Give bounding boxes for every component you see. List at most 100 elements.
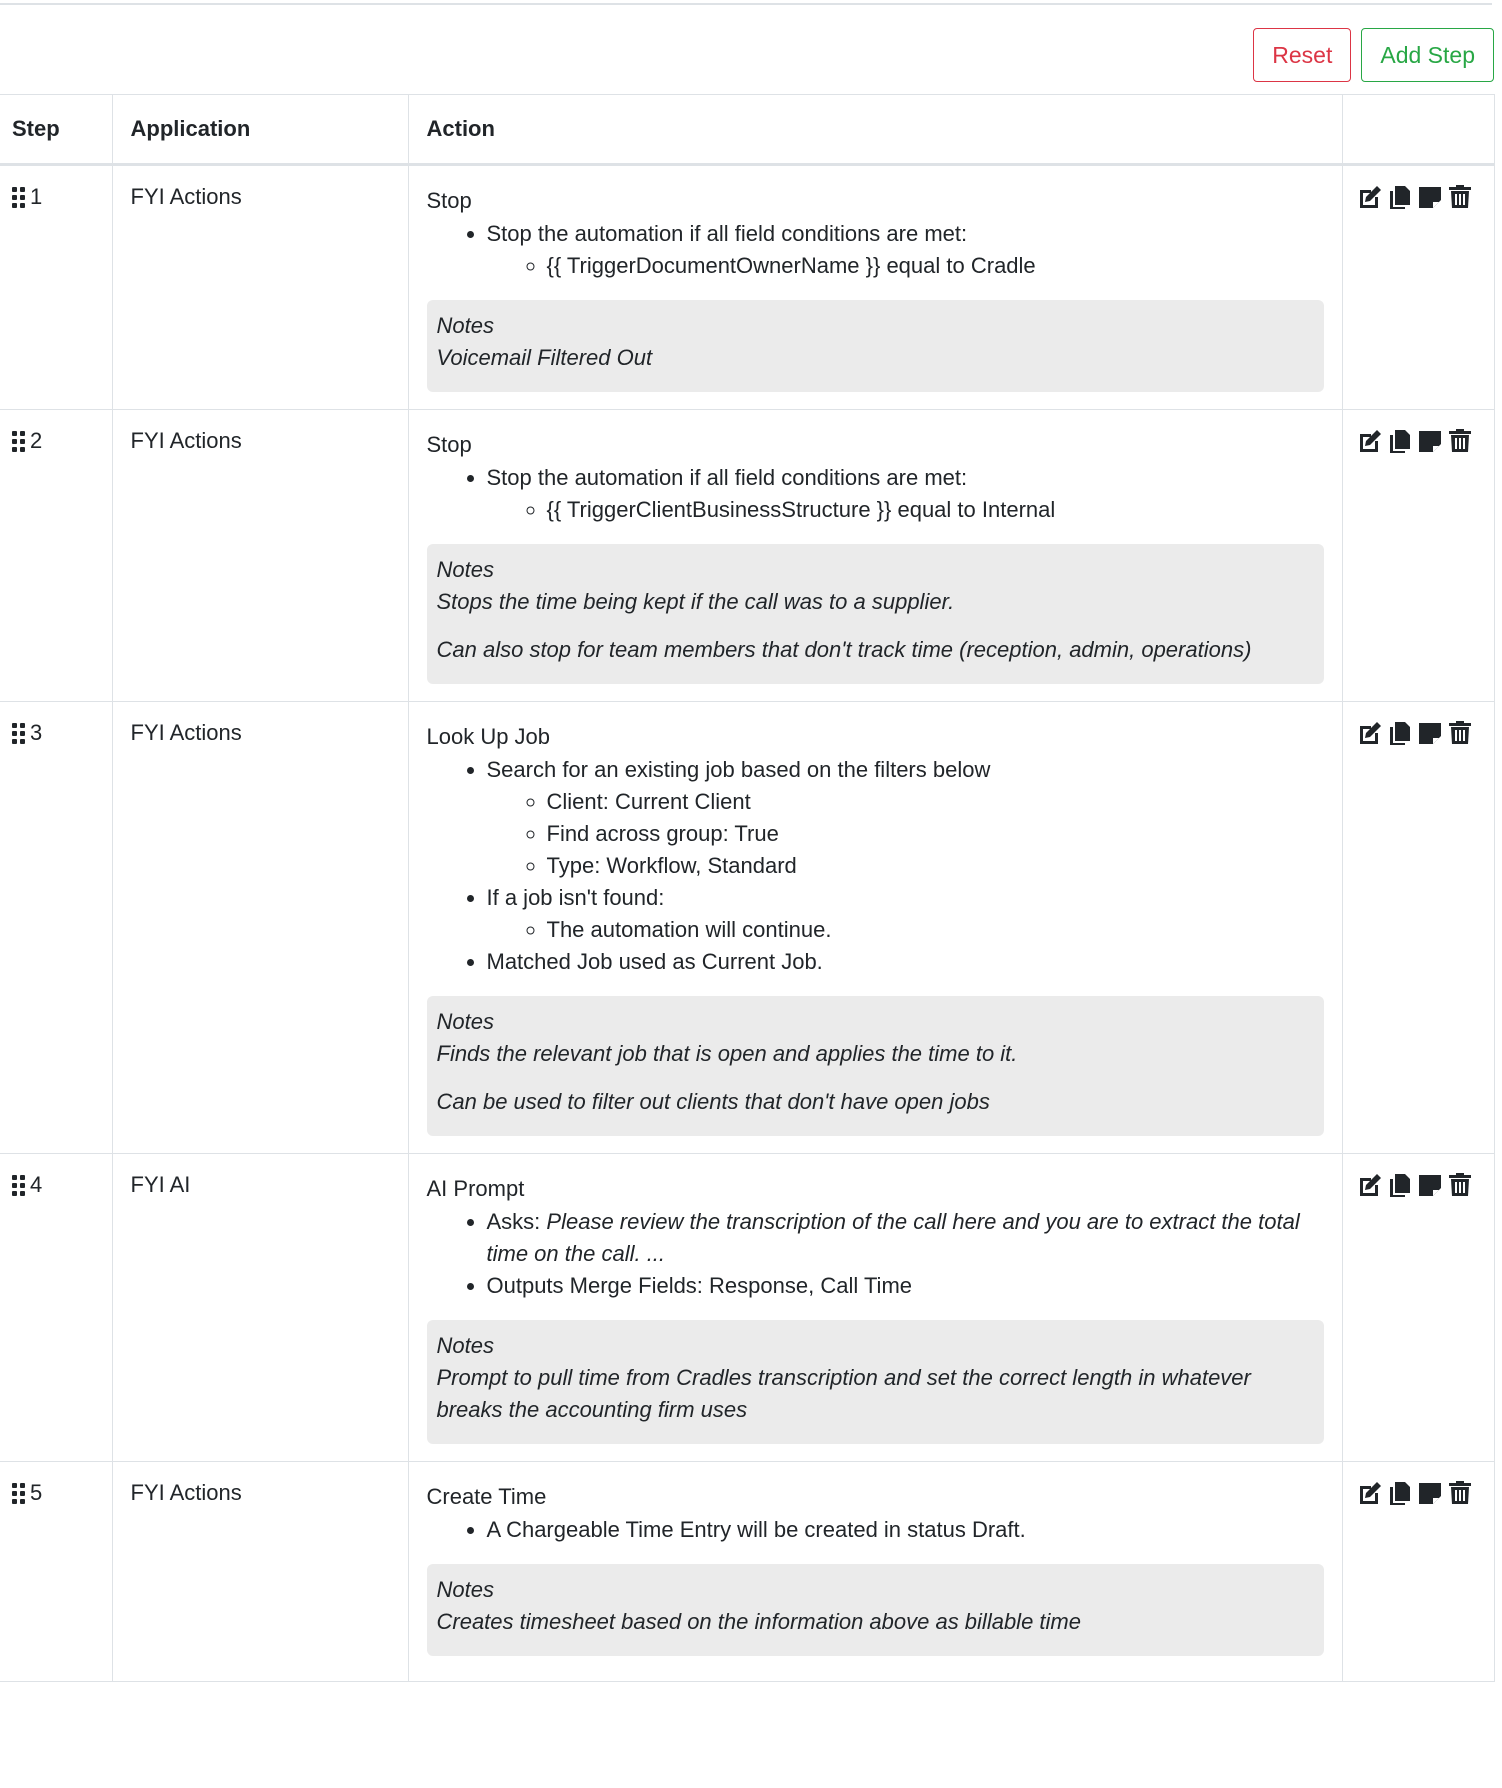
- note-text: Stops the time being kept if the call wa…: [436, 589, 955, 614]
- notes-label: Notes: [436, 1577, 494, 1602]
- drag-handle-icon[interactable]: [12, 186, 25, 208]
- step-number: 4: [30, 1172, 43, 1197]
- controls-cell: [1341, 701, 1495, 1154]
- list-item: Search for an existing job based on the …: [487, 754, 1324, 882]
- copy-icon[interactable]: [1387, 720, 1413, 746]
- drag-handle-icon[interactable]: [12, 430, 25, 452]
- note-text: Creates timesheet based on the informati…: [436, 1609, 1081, 1634]
- application-cell: FYI Actions: [111, 164, 409, 410]
- note-icon[interactable]: [1417, 1480, 1443, 1506]
- list-item: Asks: Please review the transcription of…: [487, 1206, 1324, 1270]
- table-row: 5 FYI Actions Create Time A Chargeable T…: [0, 1461, 1495, 1682]
- list-item: The automation will continue.: [547, 914, 1324, 946]
- action-details: A Chargeable Time Entry will be created …: [427, 1514, 1324, 1546]
- action-title: Create Time: [426, 1484, 547, 1509]
- list-item: A Chargeable Time Entry will be created …: [487, 1514, 1324, 1546]
- prompt-text: Please review the transcription of the c…: [486, 1209, 1300, 1266]
- add-step-button[interactable]: Add Step: [1361, 28, 1494, 82]
- list-item-text: Search for an existing job based on the …: [486, 757, 991, 782]
- controls-cell: [1341, 1461, 1495, 1682]
- step-cell: 5: [0, 1461, 113, 1682]
- step-column-header: Step: [0, 94, 113, 166]
- list-item: {{ TriggerDocumentOwnerName }} equal to …: [547, 250, 1324, 282]
- controls-cell: [1341, 1153, 1495, 1462]
- note-text: Prompt to pull time from Cradles transcr…: [436, 1365, 1251, 1422]
- drag-handle-icon[interactable]: [12, 1174, 25, 1196]
- drag-handle-icon[interactable]: [12, 722, 25, 744]
- step-number: 5: [30, 1480, 43, 1505]
- notes-box: Notes Voicemail Filtered Out: [426, 300, 1324, 392]
- list-item: Client: Current Client: [547, 786, 1324, 818]
- table-row: 3 FYI Actions Look Up Job Search for an …: [0, 701, 1495, 1154]
- list-item: Find across group: True: [547, 818, 1324, 850]
- list-item: Stop the automation if all field conditi…: [487, 218, 1324, 282]
- notes-label: Notes: [436, 313, 494, 338]
- step-cell: 2: [0, 409, 113, 702]
- delete-icon[interactable]: [1447, 720, 1473, 746]
- note-icon[interactable]: [1417, 428, 1443, 454]
- notes-label: Notes: [436, 1333, 494, 1358]
- action-details: Stop the automation if all field conditi…: [427, 218, 1324, 282]
- notes-label: Notes: [436, 557, 494, 582]
- action-cell: Look Up Job Search for an existing job b…: [407, 701, 1343, 1154]
- action-title: Look Up Job: [426, 724, 551, 749]
- action-details: Search for an existing job based on the …: [427, 754, 1324, 978]
- note-icon[interactable]: [1417, 1172, 1443, 1198]
- action-title: AI Prompt: [426, 1176, 525, 1201]
- edit-icon[interactable]: [1357, 184, 1383, 210]
- list-item: {{ TriggerClientBusinessStructure }} equ…: [547, 494, 1324, 526]
- action-title: Stop: [426, 432, 472, 457]
- action-cell: AI Prompt Asks: Please review the transc…: [407, 1153, 1343, 1462]
- edit-icon[interactable]: [1357, 1480, 1383, 1506]
- copy-icon[interactable]: [1387, 184, 1413, 210]
- application-cell: FYI AI: [111, 1153, 409, 1462]
- action-details: Stop the automation if all field conditi…: [427, 462, 1324, 526]
- copy-icon[interactable]: [1387, 1480, 1413, 1506]
- action-title: Stop: [426, 188, 472, 213]
- notes-box: Notes Prompt to pull time from Cradles t…: [426, 1320, 1324, 1444]
- action-details: Asks: Please review the transcription of…: [427, 1206, 1324, 1302]
- application-column-header: Application: [111, 94, 409, 166]
- list-item-text: Asks:: [486, 1209, 547, 1234]
- action-column-header: Action: [407, 94, 1343, 166]
- list-item-text: If a job isn't found:: [486, 885, 665, 910]
- top-divider: [0, 3, 1492, 5]
- list-item: Stop the automation if all field conditi…: [487, 462, 1324, 526]
- step-cell: 3: [0, 701, 113, 1154]
- list-item-text: Stop the automation if all field conditi…: [486, 221, 968, 246]
- edit-icon[interactable]: [1357, 720, 1383, 746]
- steps-table: Step Application Action 1 FYI Actions St…: [0, 94, 1495, 1682]
- edit-icon[interactable]: [1357, 428, 1383, 454]
- notes-box: Notes Stops the time being kept if the c…: [426, 544, 1324, 684]
- step-number: 2: [30, 428, 43, 453]
- delete-icon[interactable]: [1447, 1172, 1473, 1198]
- note-icon[interactable]: [1417, 184, 1443, 210]
- note-text: Can be used to filter out clients that d…: [436, 1089, 990, 1114]
- toolbar: Reset Add Step: [1253, 28, 1494, 82]
- reset-button[interactable]: Reset: [1253, 28, 1352, 82]
- table-header-row: Step Application Action: [0, 94, 1495, 166]
- note-icon[interactable]: [1417, 720, 1443, 746]
- note-text: Finds the relevant job that is open and …: [436, 1041, 1018, 1066]
- step-cell: 1: [0, 164, 113, 410]
- application-cell: FYI Actions: [111, 409, 409, 702]
- notes-box: Notes Creates timesheet based on the inf…: [426, 1564, 1324, 1656]
- copy-icon[interactable]: [1387, 1172, 1413, 1198]
- controls-column-header: [1341, 94, 1495, 166]
- application-cell: FYI Actions: [111, 1461, 409, 1682]
- delete-icon[interactable]: [1447, 428, 1473, 454]
- list-item-text: Stop the automation if all field conditi…: [486, 465, 968, 490]
- list-item: Matched Job used as Current Job.: [487, 946, 1324, 978]
- controls-cell: [1341, 409, 1495, 702]
- delete-icon[interactable]: [1447, 184, 1473, 210]
- list-item: Type: Workflow, Standard: [547, 850, 1324, 882]
- action-cell: Create Time A Chargeable Time Entry will…: [407, 1461, 1343, 1682]
- drag-handle-icon[interactable]: [12, 1482, 25, 1504]
- edit-icon[interactable]: [1357, 1172, 1383, 1198]
- action-cell: Stop Stop the automation if all field co…: [407, 409, 1343, 702]
- copy-icon[interactable]: [1387, 428, 1413, 454]
- delete-icon[interactable]: [1447, 1480, 1473, 1506]
- action-cell: Stop Stop the automation if all field co…: [407, 164, 1343, 410]
- step-cell: 4: [0, 1153, 113, 1462]
- table-row: 4 FYI AI AI Prompt Asks: Please review t…: [0, 1153, 1495, 1462]
